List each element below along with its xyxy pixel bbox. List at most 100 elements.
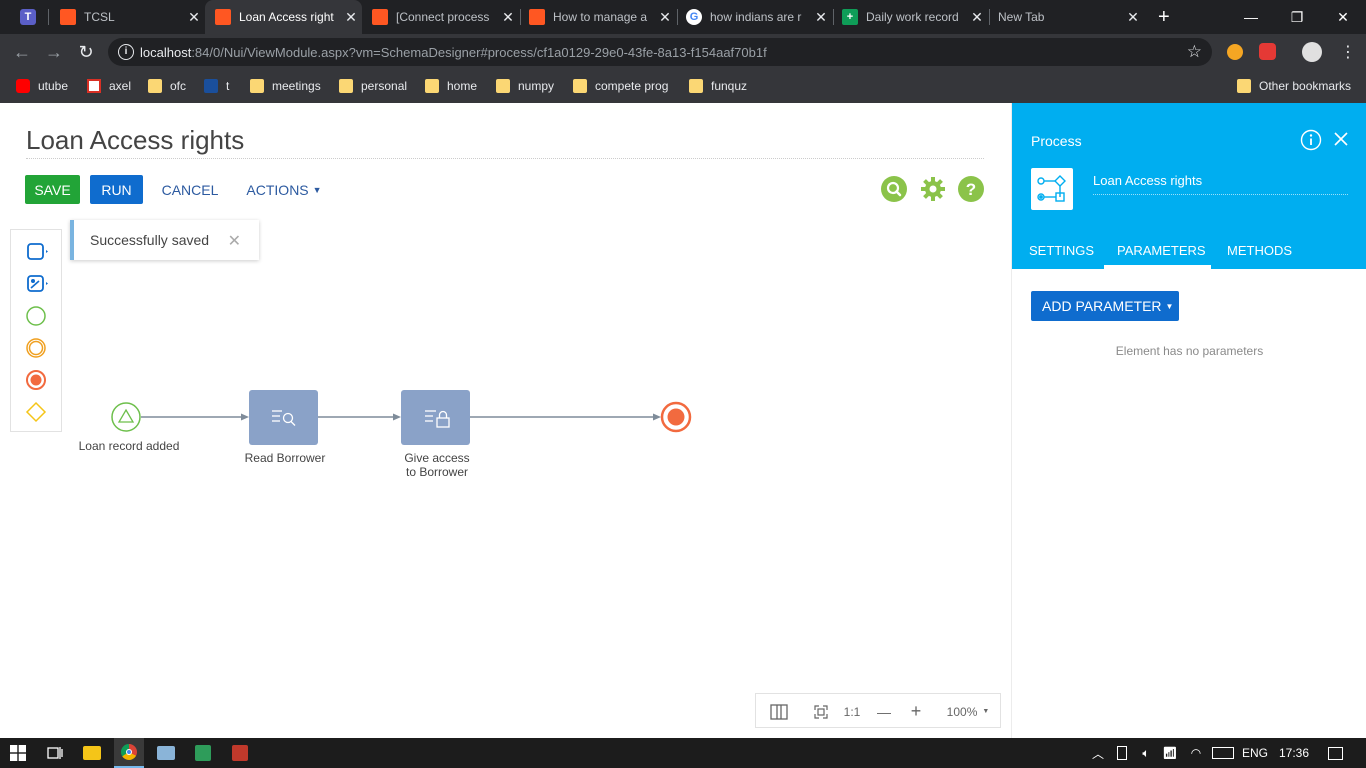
bookmark-star-icon[interactable]: ☆ <box>1187 42 1202 62</box>
save-button[interactable]: SAVE <box>25 175 80 204</box>
give-access-task[interactable] <box>401 390 470 445</box>
read-borrower-task[interactable] <box>249 390 318 445</box>
bookmark-numpy[interactable]: numpy <box>496 76 554 96</box>
actual-size-button[interactable]: 1:1 <box>840 694 864 729</box>
tab-how-to-manage[interactable]: How to manage a ✕ <box>519 0 676 34</box>
process-name[interactable]: Loan Access rights <box>1093 173 1202 188</box>
intermediate-event-icon[interactable] <box>25 336 49 360</box>
svg-text:?: ? <box>966 180 976 199</box>
panel-toggle-icon[interactable] <box>766 694 792 729</box>
volume-icon[interactable]: 🔈︎ <box>1136 738 1156 768</box>
search-icon[interactable] <box>881 176 907 202</box>
bookmark-meetings[interactable]: meetings <box>250 76 321 96</box>
tab-google-search[interactable]: G how indians are r ✕ <box>676 0 832 34</box>
new-tab-button[interactable]: + <box>1148 0 1182 34</box>
zoom-out-button[interactable]: — <box>872 694 896 729</box>
end-event-node[interactable] <box>660 401 692 433</box>
profile-avatar[interactable] <box>1302 42 1322 62</box>
extension-icon[interactable] <box>1227 44 1243 60</box>
bookmarks-bar: utube axel ofc t meetings personal home … <box>0 70 1366 103</box>
close-tab-icon[interactable]: ✕ <box>497 9 519 26</box>
tab-teams[interactable]: T <box>10 0 44 34</box>
zoom-toolbar: 1:1 — + 100% ▼ <box>755 693 1001 728</box>
notifications-icon[interactable] <box>1320 738 1350 768</box>
app-taskbar-icon[interactable] <box>188 738 218 768</box>
folder-icon <box>573 79 587 93</box>
keyboard-icon[interactable] <box>1210 738 1236 768</box>
close-tab-icon[interactable]: ✕ <box>1122 9 1144 26</box>
bookmark-axel[interactable]: axel <box>87 76 131 96</box>
tab-title: [Connect process <box>396 10 490 24</box>
info-icon[interactable] <box>1300 129 1322 151</box>
process-properties-panel: Process Loan Access rights SETTINGS PARA… <box>1011 103 1366 738</box>
close-tab-icon[interactable]: ✕ <box>340 9 362 26</box>
fit-screen-icon[interactable] <box>808 694 834 729</box>
bookmark-ofc[interactable]: ofc <box>148 76 186 96</box>
tab-parameters[interactable]: PARAMETERS <box>1117 243 1206 258</box>
tab-settings[interactable]: SETTINGS <box>1029 243 1094 258</box>
help-icon[interactable]: ? <box>958 176 984 202</box>
tab-tcsl[interactable]: TCSL ✕ <box>50 0 205 34</box>
youtube-icon <box>16 79 30 93</box>
other-bookmarks[interactable]: Other bookmarks <box>1237 76 1351 96</box>
teams-icon: T <box>20 9 36 25</box>
close-tab-icon[interactable]: ✕ <box>654 9 676 26</box>
tab-loan-access-rights[interactable]: Loan Access right ✕ <box>205 0 362 34</box>
panel-header: Process Loan Access rights SETTINGS PARA… <box>1012 103 1366 269</box>
close-tab-icon[interactable]: ✕ <box>966 9 988 26</box>
close-tab-icon[interactable]: ✕ <box>810 9 832 26</box>
end-event-icon[interactable] <box>25 368 49 392</box>
adblock-icon[interactable] <box>1259 43 1276 60</box>
active-tab-indicator <box>1104 265 1211 269</box>
add-parameter-button[interactable]: ADD PARAMETER ▼ <box>1031 291 1179 321</box>
creatio-icon <box>529 9 545 25</box>
info-icon[interactable]: i <box>118 44 134 60</box>
zoom-in-button[interactable]: + <box>904 694 928 729</box>
tab-new-tab[interactable]: New Tab ✕ <box>988 0 1144 34</box>
restore-button[interactable]: ❐ <box>1274 0 1320 34</box>
actions-button[interactable]: ACTIONS ▼ <box>240 175 328 204</box>
forward-icon[interactable]: → <box>42 40 66 64</box>
close-tab-icon[interactable]: ✕ <box>183 9 205 26</box>
bookmark-personal[interactable]: personal <box>339 76 407 96</box>
file-explorer-icon[interactable] <box>77 738 107 768</box>
windows-taskbar: ︿ 🔈︎ 📶︎ ◠ ENG 17:36 <box>0 738 1366 768</box>
gateway-icon[interactable] <box>25 400 49 424</box>
cancel-button[interactable]: CANCEL <box>158 175 222 204</box>
zoom-level-select[interactable]: 100% ▼ <box>942 694 994 729</box>
menu-kebab-icon[interactable]: ⋮ <box>1340 42 1356 62</box>
close-window-button[interactable]: ✕ <box>1320 0 1366 34</box>
close-icon[interactable] <box>1334 132 1348 146</box>
task-view-icon[interactable] <box>40 738 70 768</box>
task-element-icon[interactable] <box>25 240 49 264</box>
chevron-up-icon[interactable]: ︿ <box>1088 738 1108 768</box>
user-task-element-icon[interactable] <box>25 272 49 296</box>
network-icon[interactable]: 📶︎ <box>1160 738 1180 768</box>
reload-icon[interactable]: ↻ <box>74 40 98 64</box>
close-icon[interactable]: ✕ <box>228 231 241 251</box>
address-bar[interactable]: i localhost:84/0/Nui/ViewModule.aspx?vm=… <box>108 38 1212 66</box>
run-button[interactable]: RUN <box>90 175 143 204</box>
start-event-icon[interactable] <box>25 304 49 328</box>
back-icon[interactable]: ← <box>10 40 34 64</box>
chrome-taskbar-icon[interactable] <box>114 738 144 768</box>
tab-methods[interactable]: METHODS <box>1227 243 1292 258</box>
clock[interactable]: 17:36 <box>1276 738 1312 768</box>
bookmark-funquz[interactable]: funquz <box>689 76 747 96</box>
tab-daily-work-record[interactable]: + Daily work record ✕ <box>832 0 988 34</box>
bookmark-t[interactable]: t <box>204 76 229 96</box>
wifi-icon[interactable]: ◠ <box>1186 738 1206 768</box>
app-taskbar-icon[interactable] <box>225 738 255 768</box>
bookmark-compete-prog[interactable]: compete prog <box>573 76 668 96</box>
minimize-button[interactable]: — <box>1228 0 1274 34</box>
app-taskbar-icon[interactable] <box>151 738 181 768</box>
start-event-node[interactable] <box>111 402 141 432</box>
bookmark-utube[interactable]: utube <box>16 76 68 96</box>
language-indicator[interactable]: ENG <box>1240 738 1270 768</box>
bookmark-home[interactable]: home <box>425 76 477 96</box>
battery-icon[interactable] <box>1112 738 1132 768</box>
tab-connect-process[interactable]: [Connect process ✕ <box>362 0 519 34</box>
success-toast: Successfully saved ✕ <box>70 220 259 260</box>
windows-start-icon[interactable] <box>0 738 36 768</box>
gear-icon[interactable] <box>920 176 946 202</box>
